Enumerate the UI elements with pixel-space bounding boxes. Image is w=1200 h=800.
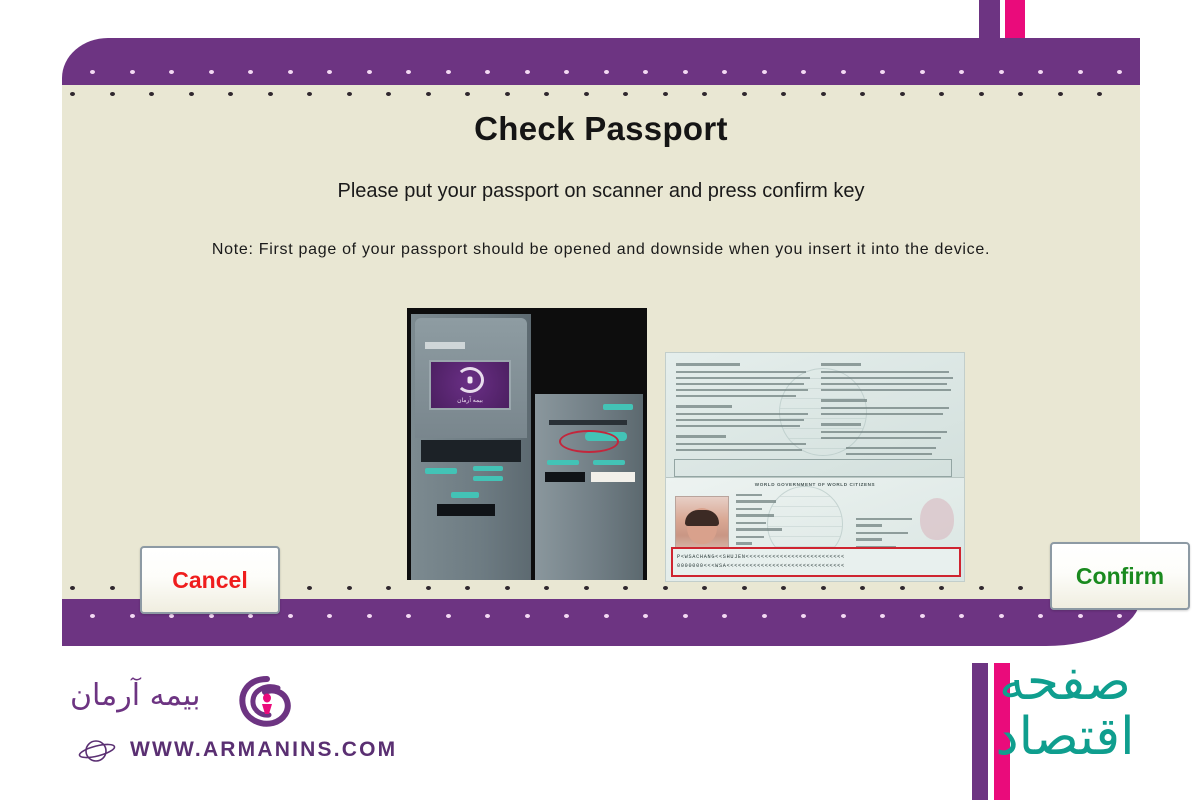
passport-authority-header: WORLD GOVERNMENT OF WORLD CITIZENS [754, 482, 876, 487]
watermark-text: صفحه اقتصاد [995, 652, 1135, 767]
header-band [62, 38, 1140, 85]
instruction-text: Please put your passport on scanner and … [337, 180, 865, 202]
confirm-button[interactable]: Confirm [1050, 542, 1190, 610]
atm-key-right-a [473, 466, 503, 471]
atm-scanner-lip [549, 420, 627, 425]
brand-block: بیمه آرمان WWW.ARMANINS.COM [60, 672, 480, 782]
atm-key-center [451, 492, 479, 498]
brand-website: WWW.ARMANINS.COM [130, 738, 398, 761]
planet-icon [78, 740, 116, 762]
watermark-block: صفحه اقتصاد [930, 645, 1200, 800]
cancel-button[interactable]: Cancel [140, 546, 280, 614]
atm-cash-slot [437, 504, 495, 516]
kiosk-screen-card: Check Passport Please put your passport … [62, 38, 1190, 646]
scanner-highlight-ellipse-icon [559, 430, 619, 453]
page-title: Check Passport [474, 110, 728, 147]
passport-open-photo: WORLD GOVERNMENT OF WORLD CITIZENS P<WSA… [665, 352, 965, 582]
atm-right-key-b [593, 460, 625, 465]
atm-kiosk-photo: بیمه آرمان [407, 308, 647, 580]
atm-key-left [425, 468, 457, 474]
mrz-line-1: P<WSACHANG<<SHUJEN<<<<<<<<<<<<<<<<<<<<<<… [677, 554, 845, 560]
passport-mrz-highlight: P<WSACHANG<<SHUJEN<<<<<<<<<<<<<<<<<<<<<<… [671, 547, 961, 577]
bank-logo-dot-icon [467, 376, 473, 384]
passport-data-page: WORLD GOVERNMENT OF WORLD CITIZENS P<WSA… [666, 478, 964, 581]
illustration-row: بیمه آرمان WORLD GOVERNMENT OF WORLD CIT… [407, 308, 965, 582]
passport-page-left [666, 353, 964, 478]
atm-right-slot-b [591, 472, 635, 482]
atm-tray [421, 440, 521, 462]
screenshot-canvas: Check Passport Please put your passport … [0, 0, 1200, 800]
atm-key-right-b [473, 476, 503, 481]
photo-hair [685, 509, 719, 526]
brand-name-fa: بیمه آرمان [70, 678, 201, 713]
atm-display: بیمه آرمان [429, 360, 511, 410]
atm-top-slot [425, 342, 465, 349]
mrz-line-2: 0000000<<<WSA<<<<<<<<<<<<<<<<<<<<<<<<<<<… [677, 563, 845, 569]
passport-ghost-photo [920, 498, 954, 540]
atm-right-slot-a [545, 472, 585, 482]
atm-right-key-a [547, 460, 579, 465]
atm-right-key-top [603, 404, 633, 410]
note-text: Note: First page of your passport should… [211, 241, 991, 258]
arman-swirl-logo-icon [239, 676, 291, 727]
atm-display-logo-label: بیمه آرمان [457, 398, 483, 404]
